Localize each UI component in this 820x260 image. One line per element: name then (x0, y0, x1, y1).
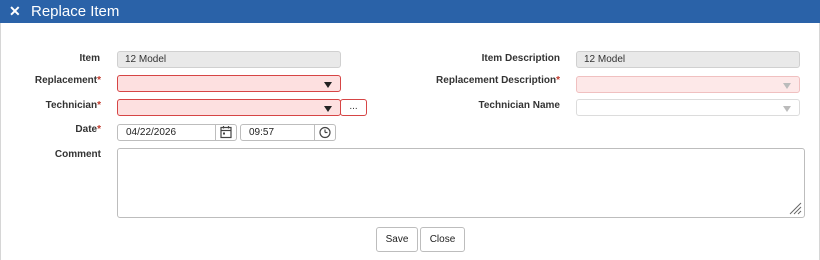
time-value: 09:57 (249, 127, 275, 138)
technician-name-label: Technician Name (478, 100, 560, 111)
replacement-label: Replacement* (34, 75, 101, 86)
technician-label: Technician* (45, 100, 101, 111)
item-field: 12 Model (117, 51, 341, 68)
date-label: Date* (75, 124, 101, 135)
dropdown-caret-icon (324, 82, 332, 88)
technician-select[interactable] (117, 99, 341, 116)
dropdown-caret-icon (783, 106, 791, 112)
dialog-border-left (0, 23, 1, 260)
item-description-label: Item Description (481, 53, 560, 64)
required-mark: * (97, 100, 101, 111)
required-mark: * (556, 75, 560, 86)
time-input[interactable]: 09:57 (240, 124, 336, 141)
resize-grip-icon[interactable] (788, 201, 802, 215)
required-mark: * (97, 124, 101, 135)
dropdown-caret-icon (324, 106, 332, 112)
close-icon[interactable]: ✕ (9, 2, 21, 20)
dialog-titlebar: ✕ Replace Item (0, 0, 820, 23)
clock-icon[interactable] (314, 125, 335, 140)
dropdown-caret-icon (783, 83, 791, 89)
close-button[interactable]: Close (420, 227, 465, 252)
technician-name-select (576, 99, 800, 116)
save-button[interactable]: Save (376, 227, 418, 252)
date-value: 04/22/2026 (126, 127, 177, 138)
dialog-title: Replace Item (31, 3, 120, 20)
replacement-description-label: Replacement Description* (436, 75, 560, 86)
replacement-description-select (576, 76, 800, 93)
comment-label: Comment (54, 149, 101, 160)
replacement-select[interactable] (117, 75, 341, 92)
date-input[interactable]: 04/22/2026 (117, 124, 237, 141)
item-label: Item (79, 53, 100, 64)
technician-lookup-button[interactable]: ... (340, 99, 367, 116)
comment-textarea[interactable] (117, 148, 805, 218)
item-description-field: 12 Model (576, 51, 800, 68)
calendar-icon[interactable] (215, 125, 236, 140)
required-mark: * (97, 75, 101, 86)
